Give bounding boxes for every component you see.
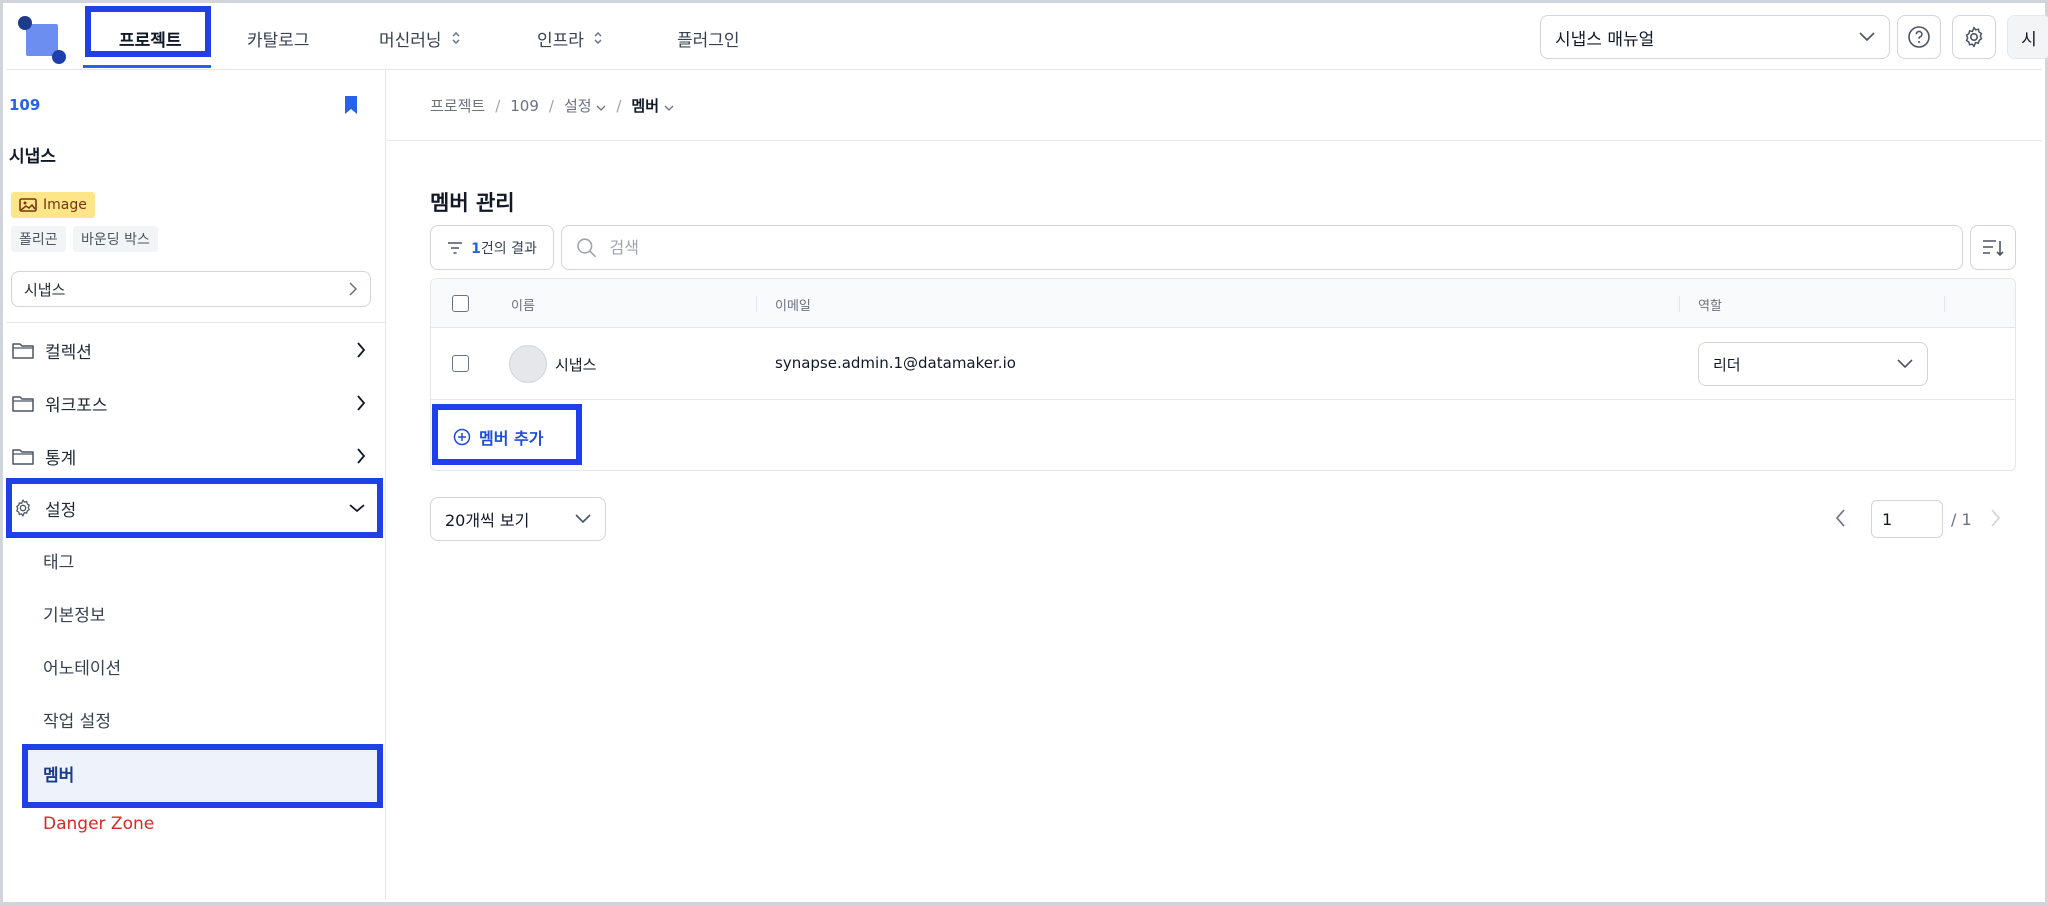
chevron-down-icon (1897, 359, 1913, 369)
chevron-right-icon (357, 395, 366, 411)
breadcrumb-current[interactable]: 멤버 (631, 95, 674, 116)
submenu-item-job-settings[interactable]: 작업 설정 (43, 707, 111, 732)
prev-page-icon[interactable] (1835, 508, 1847, 528)
column-separator (1679, 296, 1680, 312)
page-size-value: 20개씩 보기 (445, 511, 530, 530)
avatar (509, 345, 547, 383)
sidebar-item-statistics[interactable]: 통계 (6, 434, 384, 478)
table-row: 시냅스 synapse.admin.1@datamaker.io 리더 (431, 328, 2015, 400)
chevron-down-icon (1859, 32, 1875, 42)
help-icon (1908, 26, 1930, 48)
nav-active-underline (83, 65, 211, 68)
top-nav: 프로젝트 카탈로그 머신러닝 인프라 플러그인 시냅스 매뉴얼 시 (6, 6, 2048, 70)
highlight-box-add-member (432, 404, 582, 465)
column-header-role: 역할 (1698, 299, 1722, 314)
nav-tab-plugin[interactable]: 플러그인 (677, 6, 740, 70)
sidebar-divider (6, 322, 385, 323)
nav-tab-machine-learning[interactable]: 머신러닝 (379, 6, 462, 70)
project-select-value: 시냅스 (24, 280, 66, 299)
search-icon (577, 237, 597, 257)
breadcrumb: 프로젝트 / 109 / 설정 / 멤버 (430, 95, 674, 116)
table-header: 이름 이메일 역할 (431, 279, 2015, 328)
breadcrumb-separator: / (616, 96, 622, 115)
app-logo[interactable] (14, 12, 66, 64)
tag-chip: 바운딩 박스 (73, 226, 158, 252)
type-badge: Image (11, 192, 95, 218)
column-header-name: 이름 (511, 299, 535, 314)
breadcrumb-separator: / (495, 96, 501, 115)
highlight-box-member (22, 744, 383, 808)
page-total: / 1 (1951, 510, 1972, 529)
chevron-down-icon (596, 105, 606, 111)
submenu-item-tags[interactable]: 태그 (43, 548, 74, 573)
nav-tab-catalog[interactable]: 카탈로그 (247, 6, 310, 70)
sort-icon (1983, 239, 2004, 256)
settings-button[interactable] (1952, 15, 1996, 59)
bookmark-icon[interactable] (342, 94, 360, 116)
filter-button[interactable]: 1건의 결과 (430, 225, 554, 270)
submenu-item-danger-zone[interactable]: Danger Zone (43, 814, 154, 834)
page-title: 멤버 관리 (430, 191, 515, 215)
sidebar-item-label: 컬렉션 (45, 342, 92, 363)
breadcrumb-item-dropdown[interactable]: 설정 (564, 95, 606, 116)
user-initial: 시 (2021, 29, 2037, 50)
sidebar-item-label: 통계 (45, 448, 77, 469)
app-frame: 프로젝트 카탈로그 머신러닝 인프라 플러그인 시냅스 매뉴얼 시 109 시냅… (0, 0, 2048, 905)
search-field[interactable] (561, 225, 1963, 270)
submenu-item-annotation[interactable]: 어노테이션 (43, 654, 121, 679)
row-checkbox[interactable] (452, 355, 469, 372)
tag-chip: 폴리곤 (11, 226, 66, 252)
breadcrumb-item[interactable]: 109 (510, 97, 539, 115)
column-header-email: 이메일 (775, 299, 811, 314)
project-id: 109 (9, 96, 41, 114)
member-email: synapse.admin.1@datamaker.io (775, 354, 1016, 372)
nav-tab-infra[interactable]: 인프라 (537, 6, 604, 70)
breadcrumb-item[interactable]: 프로젝트 (430, 95, 485, 116)
search-input[interactable] (609, 238, 1948, 257)
gear-icon (1965, 26, 1983, 48)
image-icon (19, 198, 37, 212)
page-size-select[interactable]: 20개씩 보기 (430, 497, 606, 541)
result-count: 1건의 결과 (471, 240, 537, 257)
manual-select[interactable]: 시냅스 매뉴얼 (1540, 15, 1890, 59)
header-divider (387, 140, 2042, 141)
project-select[interactable]: 시냅스 (11, 271, 371, 307)
sidebar-item-label: 워크포스 (45, 395, 108, 416)
highlight-box-nav-project (85, 6, 211, 57)
role-select[interactable]: 리더 (1698, 342, 1928, 386)
type-badge-label: Image (43, 197, 87, 213)
column-separator (756, 296, 757, 312)
updown-chevron-icon (452, 31, 460, 45)
page-number-input[interactable]: 1 (1871, 500, 1943, 538)
help-button[interactable] (1897, 15, 1941, 59)
chevron-right-icon (349, 282, 358, 296)
chevron-down-icon (664, 105, 674, 111)
folder-icon (12, 396, 34, 412)
submenu-item-basic-info[interactable]: 기본정보 (43, 601, 106, 626)
sort-button[interactable] (1970, 225, 2016, 270)
select-all-checkbox[interactable] (452, 295, 469, 312)
chevron-right-icon (357, 448, 366, 464)
chevron-down-icon (575, 514, 591, 524)
project-name: 시냅스 (9, 147, 56, 167)
updown-chevron-icon (594, 31, 602, 45)
sidebar-item-workforce[interactable]: 워크포스 (6, 381, 384, 425)
next-page-icon[interactable] (1989, 508, 2001, 528)
folder-icon (12, 343, 34, 359)
column-separator (1944, 296, 1945, 312)
user-avatar-button[interactable]: 시 (2007, 15, 2048, 59)
member-name: 시냅스 (555, 356, 597, 374)
filter-icon (448, 241, 463, 254)
role-select-value: 리더 (1713, 355, 1741, 374)
manual-select-value: 시냅스 매뉴얼 (1555, 29, 1655, 50)
chevron-right-icon (357, 342, 366, 358)
folder-icon (12, 449, 34, 465)
highlight-box-settings (6, 478, 383, 538)
breadcrumb-separator: / (548, 96, 554, 115)
sidebar-item-collection[interactable]: 컬렉션 (6, 328, 384, 372)
members-table: 이름 이메일 역할 시냅스 synapse.admin.1@datamaker.… (430, 278, 2016, 471)
